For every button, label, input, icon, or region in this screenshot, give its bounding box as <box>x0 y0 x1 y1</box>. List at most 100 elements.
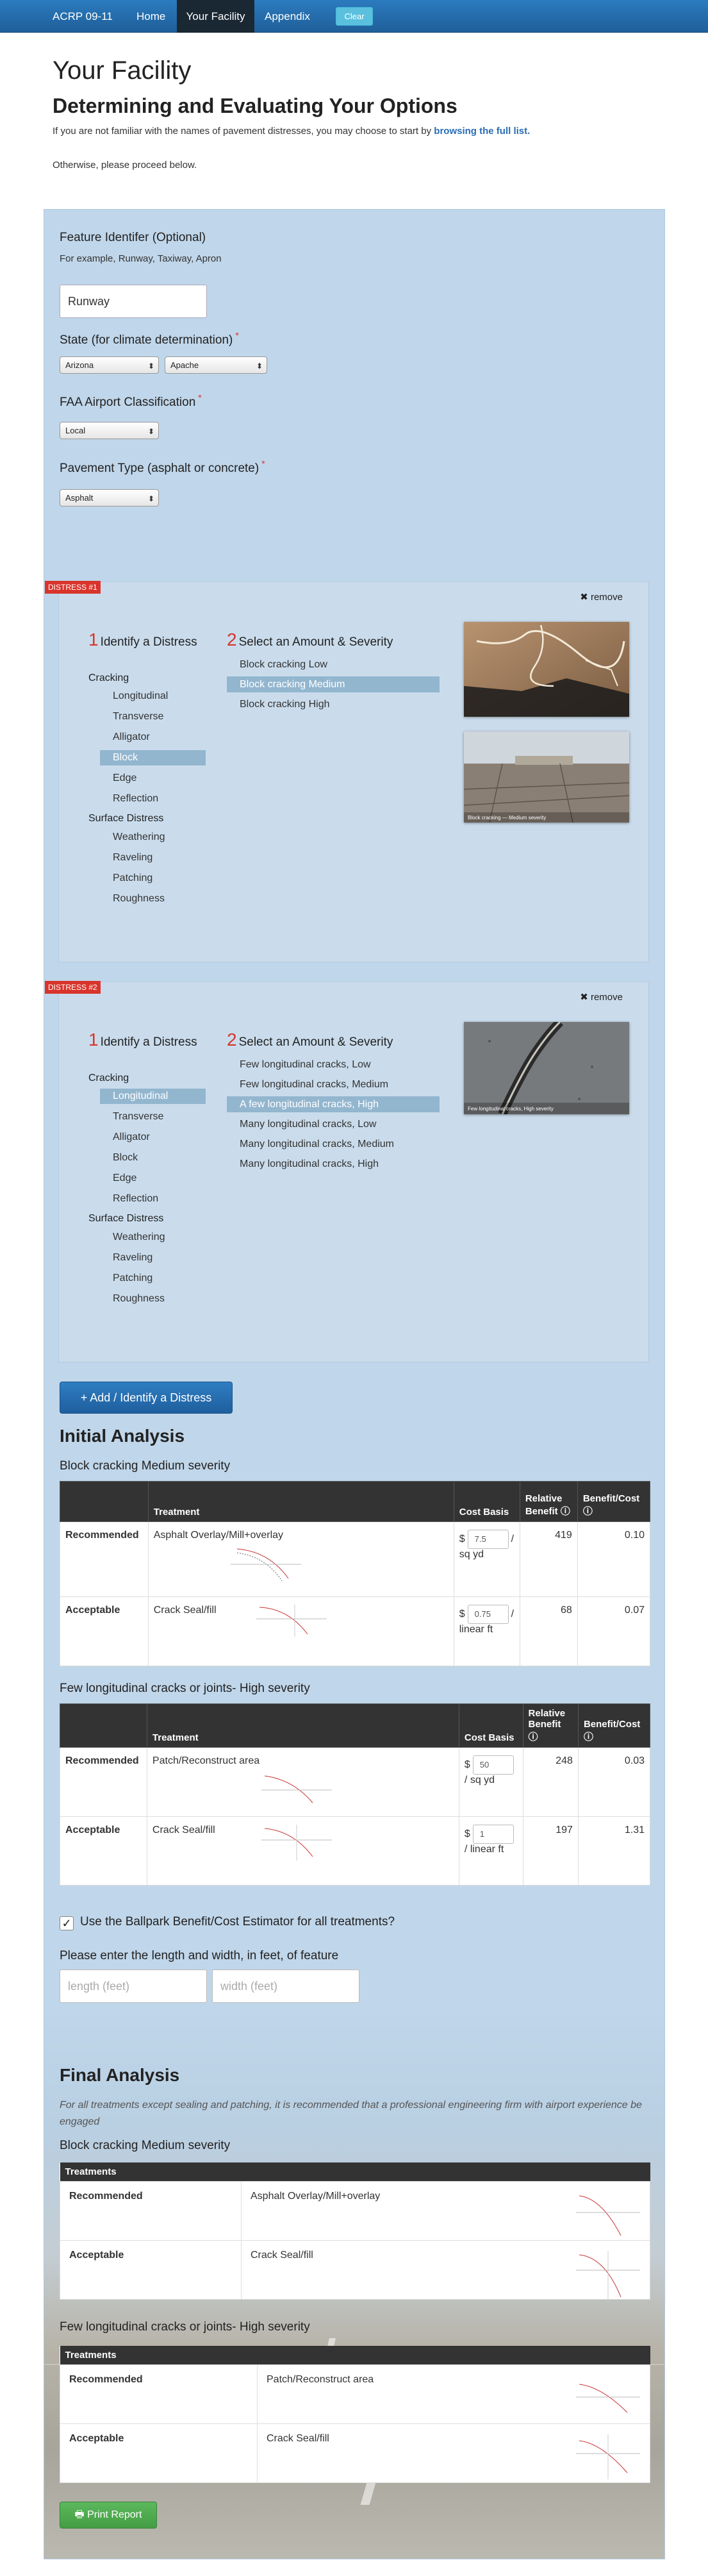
intro-prefix: If you are not familiar with the names o… <box>53 126 434 137</box>
final-analysis-table-2: Treatments Recommended Patch/Reconstruct… <box>60 2346 650 2483</box>
distress-option-longitudinal[interactable]: Longitudinal <box>100 1089 206 1104</box>
cost-input[interactable]: 0.75 <box>467 1605 509 1624</box>
distress-option-roughness[interactable]: Roughness <box>100 1291 206 1307</box>
print-report-button[interactable]: 🖶 Print Report <box>60 2502 157 2529</box>
add-distress-button[interactable]: + Add / Identify a Distress <box>60 1382 233 1414</box>
top-navbar: ACRP 09-11 Home Your Facility Appendix C… <box>0 0 708 33</box>
pavement-type-select[interactable]: Asphalt ⬍ <box>60 489 159 506</box>
cost-input[interactable]: 50 <box>472 1755 514 1775</box>
pavement-type-label: Pavement Type (asphalt or concrete) * <box>60 458 265 476</box>
distress-option-longitudinal[interactable]: Longitudinal <box>100 689 206 704</box>
cost-input[interactable]: 1 <box>472 1825 514 1844</box>
step-number: 1 <box>88 1030 99 1050</box>
treatment-mini-graph <box>576 2384 640 2413</box>
feature-identifier-input[interactable]: Runway <box>60 285 207 318</box>
remove-distress-button[interactable]: ✖ remove <box>580 591 623 603</box>
rank-cell: Recommended <box>60 1747 147 1817</box>
remove-distress-button[interactable]: ✖ remove <box>580 991 623 1003</box>
ballpark-checkbox[interactable]: ✓ <box>60 1916 74 1930</box>
nav-your-facility[interactable]: Your Facility <box>177 0 254 33</box>
distress-badge: DISTRESS #1 <box>45 581 101 594</box>
brand-link[interactable]: ACRP 09-11 <box>53 0 113 33</box>
facility-panel: Feature Identifer (Optional) For example… <box>44 209 665 2559</box>
final-section-title: Few longitudinal cracks or joints- High … <box>60 2320 310 2334</box>
table-row: Acceptable Crack Seal/fill $1/ linear ft… <box>60 1816 651 1886</box>
distress-option-block[interactable]: Block <box>100 1150 206 1166</box>
distress-option-weathering[interactable]: Weathering <box>100 1230 206 1245</box>
severity-option-few-low[interactable]: Few longitudinal cracks, Low <box>227 1057 440 1073</box>
treatment-name: Crack Seal/fill <box>153 1605 217 1616</box>
rank-cell: Acceptable <box>60 2240 242 2300</box>
table-row: Recommended Asphalt Overlay/Mill+overlay… <box>60 1521 651 1597</box>
treatment-mini-graph <box>576 2251 640 2302</box>
distress-card-1: DISTRESS #1 ✖ remove 1 Identify a Distres… <box>45 581 649 962</box>
step1-heading: 1 Identify a Distress <box>88 630 217 650</box>
width-input[interactable]: width (feet) <box>212 1970 359 2003</box>
feature-identifier-hint: For example, Runway, Taxiway, Apron <box>60 253 222 264</box>
benefit-cost-cell: 0.07 <box>577 1596 651 1666</box>
final-analysis-heading: Final Analysis <box>60 2065 180 2085</box>
treatment-mini-graph <box>261 1825 332 1861</box>
treatment-mini-graph <box>576 2195 640 2236</box>
distress-option-reflection[interactable]: Reflection <box>100 791 206 807</box>
rank-cell: Acceptable <box>60 1596 149 1666</box>
table-row: Recommended Patch/Reconstruct area <box>60 2364 650 2424</box>
distress-option-weathering[interactable]: Weathering <box>100 830 206 845</box>
faa-classification-label: FAA Airport Classification * <box>60 392 202 410</box>
distress-option-alligator[interactable]: Alligator <box>100 730 206 745</box>
size-prompt: Please enter the length and width, in fe… <box>60 1949 339 1962</box>
state-select[interactable]: Arizona ⬍ <box>60 356 159 374</box>
step-number: 2 <box>227 630 237 649</box>
step2-title: Select an Amount & Severity <box>238 1035 393 1049</box>
treatment-cell: Patch/Reconstruct area <box>146 1747 459 1817</box>
browse-full-list-link[interactable]: browsing the full list. <box>434 126 530 137</box>
currency-symbol: $ <box>464 1759 470 1770</box>
page-title: Your Facility <box>53 56 192 85</box>
distress-option-edge[interactable]: Edge <box>100 1171 206 1186</box>
distress-option-transverse[interactable]: Transverse <box>100 709 206 724</box>
distress-option-edge[interactable]: Edge <box>100 771 206 786</box>
county-select[interactable]: Apache ⬍ <box>165 356 267 374</box>
treatment-name: Crack Seal/fill <box>152 1825 215 1836</box>
severity-option-few-high[interactable]: A few longitudinal cracks, High <box>227 1096 440 1112</box>
county-select-value: Apache <box>170 360 199 370</box>
severity-option-medium[interactable]: Block cracking Medium <box>227 676 440 692</box>
relative-benefit-cell: 68 <box>519 1596 578 1666</box>
intro-text: If you are not familiar with the names o… <box>53 126 530 137</box>
distress-option-transverse[interactable]: Transverse <box>100 1109 206 1125</box>
required-marker: * <box>235 330 239 340</box>
severity-option-few-medium[interactable]: Few longitudinal cracks, Medium <box>227 1076 440 1092</box>
severity-option-high[interactable]: Block cracking High <box>227 696 440 712</box>
col-rank-header <box>60 1703 147 1748</box>
ballpark-estimator-row: ✓ Use the Ballpark Benefit/Cost Estimator… <box>60 1915 395 1930</box>
table-row: Acceptable Crack Seal/fill $0.75/ linear… <box>60 1596 651 1666</box>
distress-option-raveling[interactable]: Raveling <box>100 1250 206 1266</box>
nav-home[interactable]: Home <box>136 0 165 33</box>
col-treatment-header: Treatment <box>146 1703 459 1748</box>
distress-option-reflection[interactable]: Reflection <box>100 1191 206 1207</box>
rank-cell: Recommended <box>60 1521 149 1597</box>
step2-heading: 2 Select an Amount & Severity <box>227 630 445 650</box>
distress-option-alligator[interactable]: Alligator <box>100 1130 206 1145</box>
relative-benefit-cell: 248 <box>522 1747 579 1817</box>
distress-option-block[interactable]: Block <box>100 750 206 765</box>
distress-option-roughness[interactable]: Roughness <box>100 891 206 907</box>
step-number: 1 <box>88 630 99 649</box>
distress-option-patching[interactable]: Patching <box>100 871 206 886</box>
severity-option-low[interactable]: Block cracking Low <box>227 657 440 673</box>
select-caret-icon: ⬍ <box>147 362 154 371</box>
severity-option-many-low[interactable]: Many longitudinal cracks, Low <box>227 1116 440 1132</box>
length-input[interactable]: length (feet) <box>60 1970 207 2003</box>
severity-option-many-medium[interactable]: Many longitudinal cracks, Medium <box>227 1136 440 1152</box>
distress-option-raveling[interactable]: Raveling <box>100 850 206 866</box>
step-number: 2 <box>227 1030 237 1050</box>
severity-option-many-high[interactable]: Many longitudinal cracks, High <box>227 1156 440 1172</box>
rank-cell: Acceptable <box>60 1816 147 1886</box>
faa-classification-select[interactable]: Local ⬍ <box>60 422 159 439</box>
clear-button[interactable]: Clear <box>336 7 373 26</box>
distress-option-patching[interactable]: Patching <box>100 1271 206 1286</box>
cost-unit: / linear ft <box>464 1844 504 1855</box>
benefit-cost-cell: 0.10 <box>577 1521 651 1597</box>
cost-input[interactable]: 7.5 <box>467 1530 509 1549</box>
nav-appendix[interactable]: Appendix <box>265 0 310 33</box>
